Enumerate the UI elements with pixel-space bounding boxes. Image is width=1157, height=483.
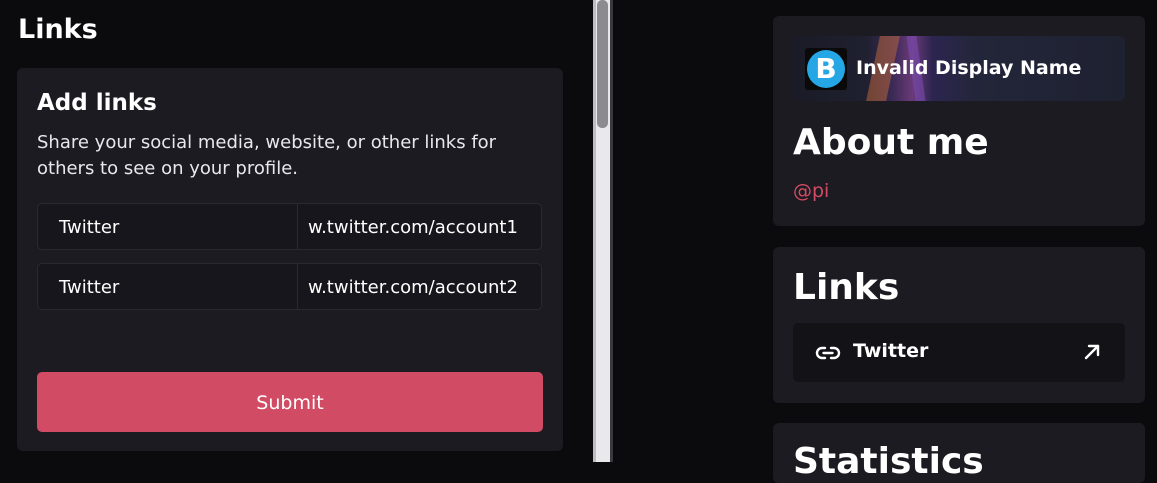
profile-link-item[interactable]: Twitter [793, 323, 1125, 382]
links-editor-pane: Links Add links Share your social media,… [0, 0, 593, 462]
link-url-field[interactable]: w.twitter.com/account1 [297, 203, 542, 250]
link-row: Twitter w.twitter.com/account1 [37, 203, 542, 252]
about-title: About me [793, 122, 989, 163]
links-panel: Links Twitter [773, 247, 1145, 403]
avatar: B [807, 50, 845, 88]
splitter-edge [610, 0, 613, 462]
link-url-value: w.twitter.com/account2 [308, 277, 518, 298]
profile-link-label: Twitter [853, 340, 929, 362]
external-arrow-icon [1083, 343, 1101, 365]
link-url-field[interactable]: w.twitter.com/account2 [297, 263, 542, 310]
scrollbar-thumb[interactable] [597, 0, 608, 128]
user-handle: @pi [793, 180, 830, 202]
pane-splitter[interactable] [593, 0, 613, 462]
link-row: Twitter w.twitter.com/account2 [37, 263, 542, 312]
link-icon [815, 343, 841, 367]
links-title: Links [793, 267, 900, 308]
submit-button[interactable]: Submit [37, 372, 543, 432]
splitter-line [593, 0, 596, 462]
link-name-field[interactable]: Twitter [37, 203, 298, 250]
link-url-value: w.twitter.com/account1 [308, 217, 518, 238]
avatar-frame: B [805, 48, 847, 90]
link-name-field[interactable]: Twitter [37, 263, 298, 310]
statistics-panel: Statistics [773, 423, 1145, 483]
card-title: Add links [37, 90, 157, 116]
display-name: Invalid Display Name [856, 57, 1082, 79]
card-description: Share your social media, website, or oth… [37, 132, 497, 179]
add-links-card: Add links Share your social media, websi… [17, 68, 563, 451]
profile-banner: B Invalid Display Name [793, 36, 1125, 101]
about-panel: B Invalid Display Name About me @pi [773, 16, 1145, 226]
page-title: Links [18, 14, 98, 45]
